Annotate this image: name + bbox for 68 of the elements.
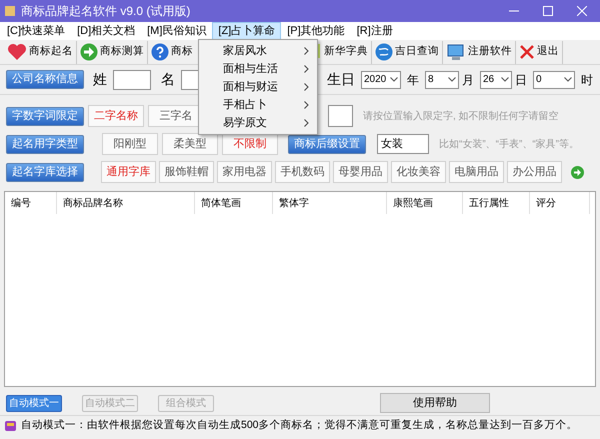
year-dropdown[interactable]: 2020 — [361, 70, 401, 88]
day-unit: 日 — [515, 72, 527, 88]
column-header[interactable]: 康熙笔画 — [387, 192, 463, 214]
column-header[interactable]: 繁体字 — [273, 192, 387, 214]
surname-label: 姓 — [93, 70, 107, 89]
menu-item[interactable]: [R]注册 — [350, 22, 399, 40]
menu-item[interactable]: [P]其他功能 — [281, 22, 351, 40]
option-button[interactable]: 化妆美容 — [391, 161, 446, 183]
menu-item[interactable]: [C]快速菜单 — [1, 22, 72, 40]
window-title: 商标品牌起名软件 v9.0 (试用版) — [21, 3, 190, 20]
month-dropdown[interactable]: 8 — [425, 70, 459, 88]
column-header[interactable]: 简体笔画 — [195, 192, 273, 214]
month-unit: 月 — [462, 72, 474, 88]
option-button[interactable]: 家用电器 — [217, 161, 272, 183]
hint-text: 请按位置输入限定字, 如不限制任何字请留空 — [363, 110, 559, 124]
toolbar-button[interactable]: 商标测算 — [77, 40, 148, 64]
dropdown-caret-icon — [501, 77, 509, 82]
mode-tab[interactable]: 自动模式一 — [6, 394, 62, 412]
toolbar-button[interactable]: 商标起名 — [4, 40, 77, 64]
toolbar-button[interactable]: 注册软件 — [443, 40, 516, 64]
given-name-label: 名 — [161, 70, 175, 89]
close-icon[interactable] — [577, 6, 587, 16]
dropdown-caret-icon — [390, 77, 398, 82]
suffix-field[interactable]: 女装 — [377, 134, 429, 154]
hour-dropdown[interactable]: 0 — [533, 70, 575, 88]
toolbar-button[interactable]: 吉日查询 — [372, 40, 443, 64]
option-button[interactable]: 二字名称 — [88, 105, 144, 127]
globe-icon — [375, 43, 393, 61]
fixed-characters-field[interactable] — [328, 105, 353, 127]
maximize-icon[interactable] — [543, 6, 553, 16]
status-text: 自动模式一：由软件根据您设置每次自动生成500多个商标名；觉得不满意可重复生成，名称总量达到一百多万个。 — [21, 418, 578, 433]
menu-option[interactable]: 面相与财运 — [199, 78, 317, 96]
monitor-icon — [446, 43, 466, 61]
help-button[interactable]: 使用帮助 — [380, 393, 490, 413]
option-button[interactable]: 办公用品 — [507, 161, 562, 183]
column-header[interactable]: 五行属性 — [463, 192, 530, 214]
menu-item[interactable]: [Z]占卜算命 — [212, 22, 282, 40]
column-header[interactable]: 评分 — [530, 192, 590, 214]
section-button[interactable]: 商标后缀设置 — [288, 134, 366, 154]
day-dropdown[interactable]: 26 — [480, 70, 512, 88]
next-arrow-icon[interactable] — [571, 166, 584, 178]
surname-field[interactable] — [113, 70, 151, 90]
app-icon — [4, 5, 16, 17]
section-button[interactable]: 公司名称信息 — [6, 70, 84, 89]
dropdown-caret-icon — [564, 77, 572, 82]
section-button[interactable]: 起名字库选择 — [6, 162, 84, 182]
option-button[interactable]: 服饰鞋帽 — [159, 161, 214, 183]
hour-unit: 时 — [581, 72, 593, 88]
book-icon — [4, 419, 17, 432]
menu-item[interactable]: [D]相关文档 — [71, 22, 142, 40]
option-button[interactable]: 母婴用品 — [333, 161, 388, 183]
option-button[interactable]: 柔美型 — [162, 133, 218, 155]
year-unit: 年 — [407, 72, 419, 88]
option-button[interactable]: 不限制 — [222, 133, 278, 155]
heart-icon — [7, 43, 27, 61]
menu-item[interactable]: [M]民俗知识 — [141, 22, 212, 40]
close-icon — [519, 44, 535, 60]
column-header[interactable]: 商标品牌名称 — [57, 192, 195, 214]
hint-text: 比如“女装”、“手表”、“家具”等。 — [439, 138, 579, 152]
option-button[interactable]: 电脑用品 — [449, 161, 504, 183]
toolbar-button[interactable]: 退出 — [516, 40, 563, 64]
dropdown-caret-icon — [448, 77, 456, 82]
birthday-label: 生日 — [327, 70, 355, 89]
option-button[interactable]: 阳刚型 — [102, 133, 158, 155]
option-button[interactable]: 手机数码 — [275, 161, 330, 183]
help-icon — [151, 43, 169, 61]
option-button[interactable]: 通用字库 — [101, 161, 156, 183]
column-header[interactable]: 编号 — [5, 192, 57, 214]
